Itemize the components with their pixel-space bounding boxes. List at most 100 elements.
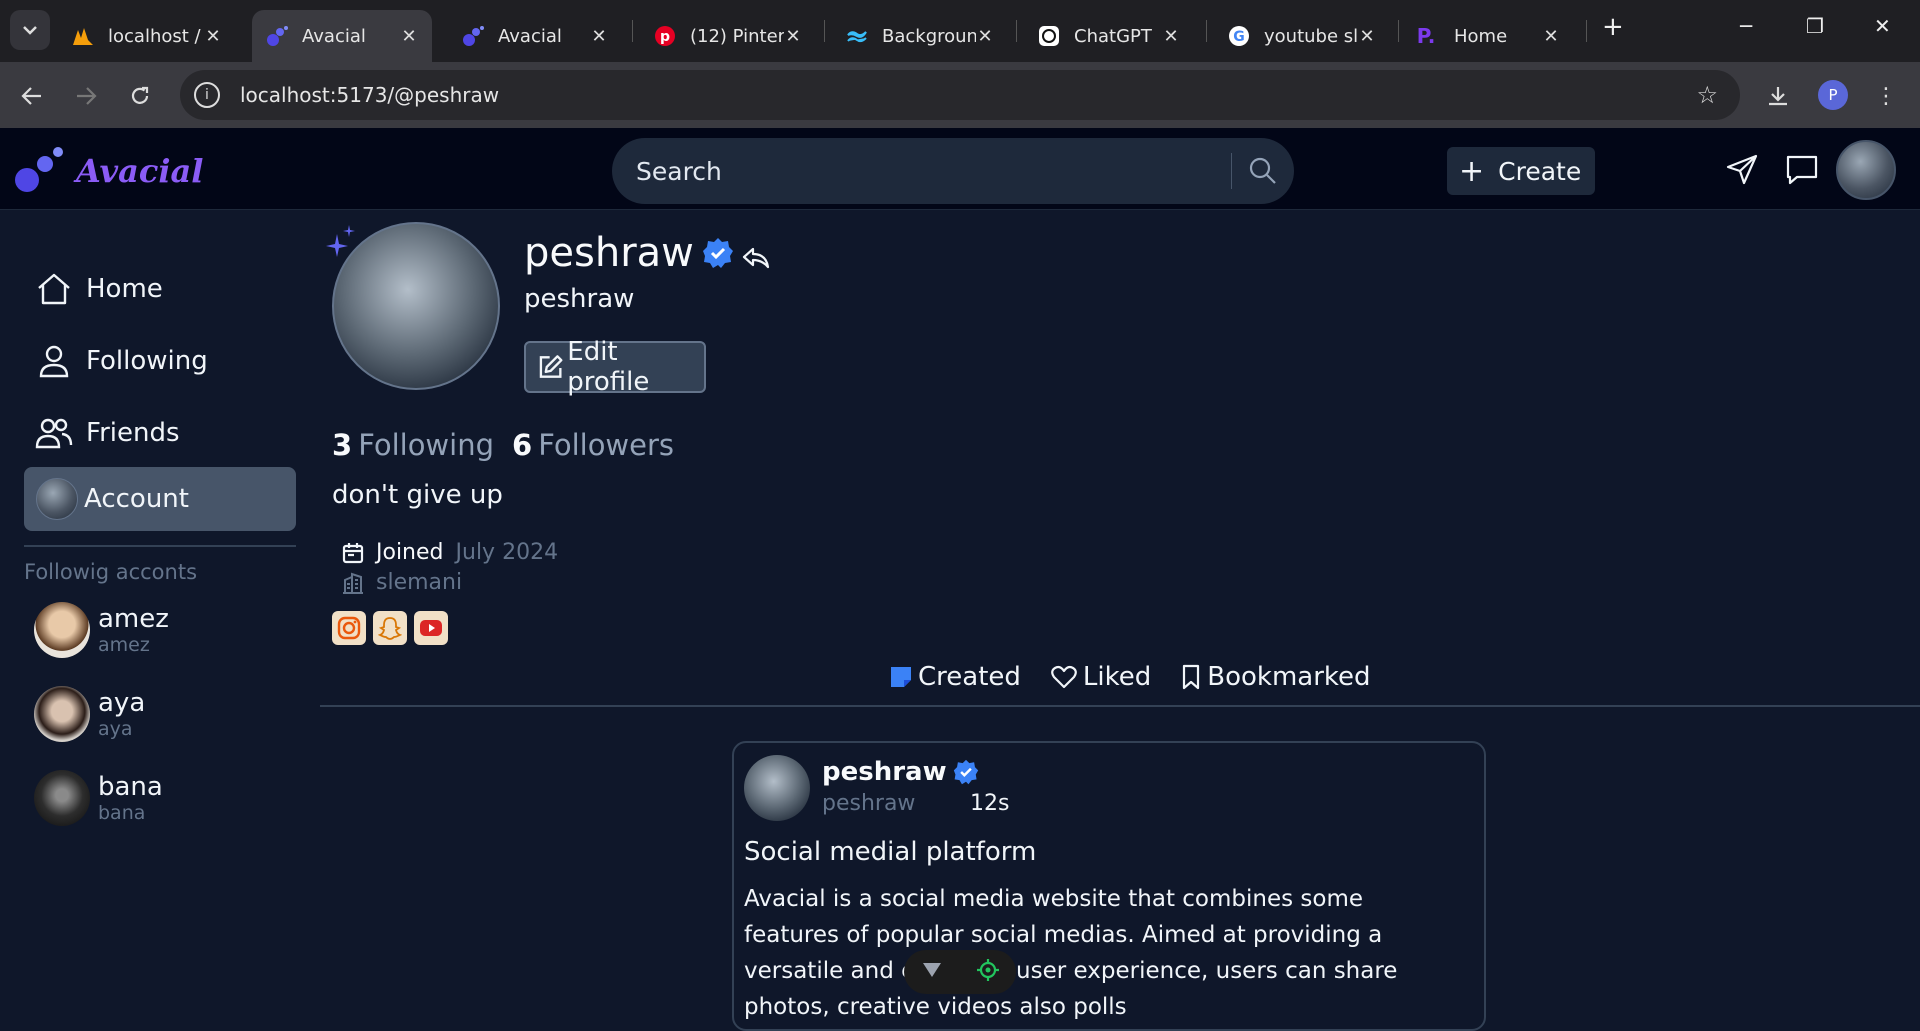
arrow-right-icon xyxy=(77,87,97,105)
address-bar[interactable]: i localhost:5173/@peshraw ☆ xyxy=(180,70,1740,120)
tab-separator xyxy=(1206,20,1207,42)
profile-tabs: Created Liked Bookmarked xyxy=(890,662,1401,692)
sidebar-item-home[interactable]: Home xyxy=(24,257,296,321)
snapchat-icon[interactable] xyxy=(373,611,407,645)
following-account[interactable]: aya aya xyxy=(34,686,145,742)
edit-profile-button[interactable]: Edit profile xyxy=(524,337,706,397)
close-icon[interactable]: ✕ xyxy=(204,26,222,47)
restore-button[interactable]: ❐ xyxy=(1806,14,1824,38)
post-body: Avacial is a social media website that c… xyxy=(744,886,1398,1020)
note-icon xyxy=(890,666,912,688)
followers-link[interactable]: Followers xyxy=(538,428,674,462)
back-button[interactable] xyxy=(18,82,46,110)
p-icon: P. xyxy=(1418,25,1440,47)
avacial-icon xyxy=(266,25,288,47)
share-icon[interactable] xyxy=(742,246,770,270)
downloads-button[interactable] xyxy=(1764,82,1792,110)
tab-separator xyxy=(1398,20,1399,42)
browser-tab[interactable]: Backgroun ✕ xyxy=(832,10,1008,62)
chat-icon[interactable] xyxy=(1782,150,1822,190)
tab-liked[interactable]: Liked xyxy=(1051,662,1151,692)
following-account[interactable]: bana bana xyxy=(34,770,163,826)
close-icon[interactable]: ✕ xyxy=(1358,26,1376,47)
post-handle: peshraw xyxy=(822,791,916,816)
close-icon[interactable]: ✕ xyxy=(976,26,994,47)
post-author-name: peshraw xyxy=(822,757,947,787)
sidebar-item-following[interactable]: Following xyxy=(24,329,296,393)
close-icon[interactable]: ✕ xyxy=(1162,26,1180,47)
browser-tab[interactable]: P. Home ✕ xyxy=(1404,10,1574,62)
chevron-down-icon xyxy=(23,26,37,35)
close-icon[interactable]: ✕ xyxy=(1542,26,1560,47)
sidebar-item-label: Friends xyxy=(86,418,180,448)
browser-tab[interactable]: p (12) Pinter ✕ xyxy=(640,10,816,62)
post-author[interactable]: peshraw xyxy=(822,757,979,787)
account-name: amez xyxy=(98,604,169,634)
close-icon[interactable]: ✕ xyxy=(400,26,418,47)
pinterest-icon: p xyxy=(654,25,676,47)
forward-button[interactable] xyxy=(72,82,100,110)
tab-label: Avacial xyxy=(302,25,366,47)
following-link[interactable]: Following xyxy=(358,428,494,462)
sidebar-item-account[interactable]: Account xyxy=(24,467,296,531)
new-tab-button[interactable]: + xyxy=(1602,12,1624,42)
search-bar[interactable]: Search xyxy=(612,138,1294,204)
send-icon[interactable] xyxy=(1722,150,1762,190)
sidebar-item-friends[interactable]: Friends xyxy=(24,401,296,465)
joined-row: Joined July 2024 xyxy=(342,540,558,565)
sidebar-item-label: Home xyxy=(86,274,163,304)
google-icon: G xyxy=(1228,25,1250,47)
create-label: Create xyxy=(1498,156,1582,186)
svg-text:G: G xyxy=(1233,29,1245,45)
browser-profile-button[interactable]: P xyxy=(1818,80,1848,110)
browser-tab[interactable]: Avacial ✕ xyxy=(448,10,622,62)
profile-name-text: peshraw xyxy=(524,230,694,276)
logo[interactable]: Avacial xyxy=(14,146,203,196)
profile-avatar[interactable] xyxy=(332,222,500,390)
create-button[interactable]: + Create xyxy=(1447,147,1595,195)
location-text: slemani xyxy=(376,570,463,595)
close-icon[interactable]: ✕ xyxy=(784,26,802,47)
home-icon xyxy=(34,269,74,309)
header-avatar[interactable] xyxy=(1836,140,1896,200)
profile-handle: peshraw xyxy=(524,284,635,314)
search-icon[interactable] xyxy=(1232,156,1294,186)
url-text: localhost:5173/@peshraw xyxy=(240,83,500,107)
tab-created[interactable]: Created xyxy=(890,662,1021,692)
post-avatar[interactable] xyxy=(744,755,810,821)
browser-tab-bar: localhost / ✕ Avacial ✕ Avacial ✕ p (12)… xyxy=(0,0,1920,62)
bookmark-icon xyxy=(1181,664,1201,690)
target-icon[interactable] xyxy=(976,958,1000,986)
youtube-icon[interactable] xyxy=(414,611,448,645)
tab-search-button[interactable] xyxy=(10,10,50,50)
browser-tab[interactable]: ChatGPT ✕ xyxy=(1024,10,1194,62)
verified-badge-icon xyxy=(702,238,733,268)
browser-tab[interactable]: localhost / ✕ xyxy=(58,10,236,62)
browser-tab-active[interactable]: Avacial ✕ xyxy=(252,10,432,62)
account-name: bana xyxy=(98,772,163,802)
bookmark-star-icon[interactable]: ☆ xyxy=(1696,81,1718,109)
browser-tab[interactable]: G youtube sl ✕ xyxy=(1214,10,1390,62)
reload-button[interactable] xyxy=(126,82,154,110)
account-handle: bana xyxy=(98,802,146,824)
avatar xyxy=(34,686,90,742)
minimize-button[interactable]: ─ xyxy=(1740,14,1752,38)
browser-menu-button[interactable]: ⋮ xyxy=(1872,82,1900,110)
tab-label: Backgroun xyxy=(882,25,976,47)
post-card[interactable]: peshraw peshraw 12s Social medial platfo… xyxy=(732,741,1486,1031)
site-info-icon[interactable]: i xyxy=(194,82,220,108)
close-icon[interactable]: ✕ xyxy=(590,26,608,47)
close-window-button[interactable]: ✕ xyxy=(1874,14,1891,38)
instagram-icon[interactable] xyxy=(332,611,366,645)
profile-main: peshraw peshraw Edit profile 3 Following… xyxy=(318,210,1920,1031)
svg-text:p: p xyxy=(660,29,670,45)
search-input[interactable]: Search xyxy=(636,157,1231,186)
app-header: Avacial Search + Create xyxy=(0,128,1920,210)
following-account[interactable]: amez amez xyxy=(34,602,169,658)
user-icon xyxy=(34,341,74,381)
verified-badge-icon xyxy=(953,759,978,785)
account-handle: aya xyxy=(98,718,133,740)
heart-icon xyxy=(1051,665,1077,689)
chevron-down-icon[interactable] xyxy=(920,960,944,984)
tab-bookmarked[interactable]: Bookmarked xyxy=(1181,662,1371,692)
